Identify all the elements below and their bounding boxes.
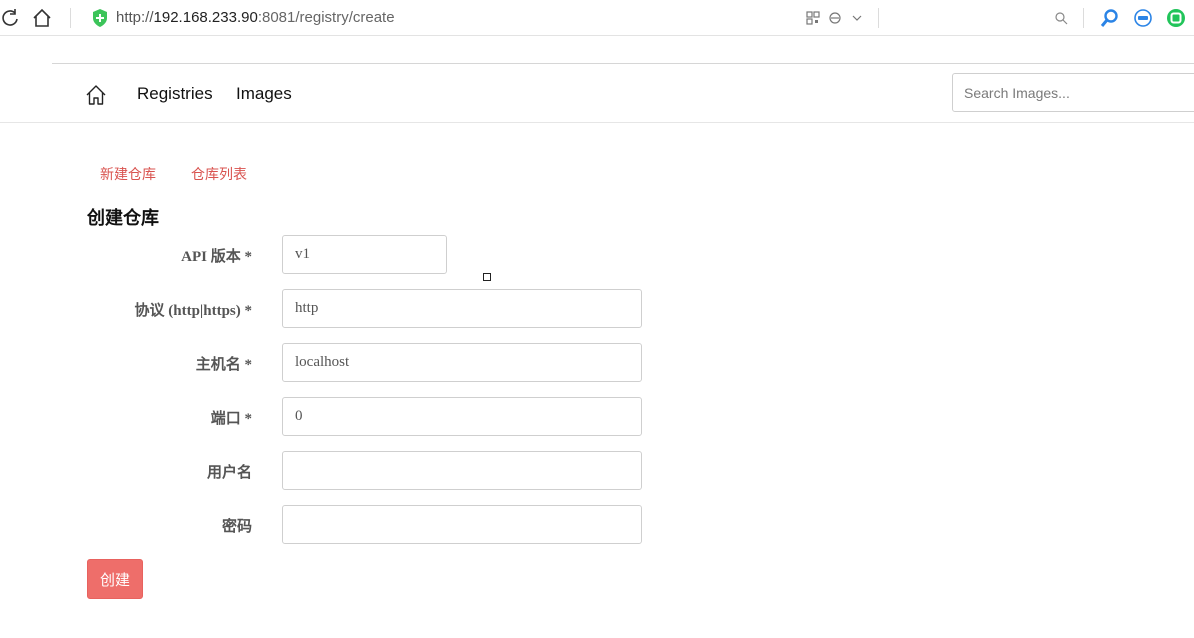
toolbar-divider: [70, 8, 71, 28]
url-scheme: http://: [116, 9, 154, 26]
subnav-new-registry[interactable]: 新建仓库: [100, 164, 156, 184]
nav-link-registries[interactable]: Registries: [137, 84, 213, 104]
home-icon[interactable]: [32, 8, 52, 28]
api-version-input[interactable]: [282, 235, 447, 274]
create-button[interactable]: 创建: [87, 559, 143, 599]
resize-handle[interactable]: [483, 273, 491, 281]
site-navbar: Registries Images: [0, 64, 1194, 123]
toolbar-divider: [1083, 8, 1084, 28]
password-input[interactable]: [282, 505, 642, 544]
extension-green-icon[interactable]: [1166, 8, 1186, 28]
port-input[interactable]: [282, 397, 642, 436]
extension-blue-icon[interactable]: [1133, 8, 1153, 28]
field-label-username: 用户名: [206, 465, 252, 481]
search-icon[interactable]: [1054, 11, 1068, 25]
url-host: 192.168.233.90: [153, 9, 258, 26]
ie-mode-icon[interactable]: [828, 11, 842, 25]
field-label-protocol: 协议 (http|https) *: [134, 303, 252, 319]
tab-strip: [0, 36, 1194, 64]
browser-toolbar: http://192.168.233.90:8081/registry/crea…: [0, 0, 1194, 36]
secure-shield-icon[interactable]: [90, 8, 110, 28]
reload-icon[interactable]: [0, 8, 20, 28]
qr-code-icon[interactable]: [806, 11, 820, 25]
home-icon[interactable]: [85, 84, 107, 106]
nav-link-images[interactable]: Images: [236, 84, 292, 104]
magnifier-extension-icon[interactable]: [1100, 8, 1120, 28]
chevron-down-icon[interactable]: [851, 12, 863, 24]
url-path: :8081/registry/create: [257, 9, 395, 26]
address-bar[interactable]: http://192.168.233.90:8081/registry/crea…: [116, 9, 395, 26]
username-input[interactable]: [282, 451, 642, 490]
field-label-port: 端口 *: [210, 411, 252, 427]
protocol-input[interactable]: [282, 289, 642, 328]
toolbar-divider: [878, 8, 879, 28]
subnav-registry-list[interactable]: 仓库列表: [191, 164, 247, 184]
field-label-api-version: API 版本 *: [181, 249, 252, 265]
search-input[interactable]: [952, 73, 1194, 112]
hostname-input[interactable]: [282, 343, 642, 382]
page-title: 创建仓库: [87, 208, 159, 228]
field-label-hostname: 主机名 *: [195, 357, 252, 373]
field-label-password: 密码: [221, 519, 252, 535]
